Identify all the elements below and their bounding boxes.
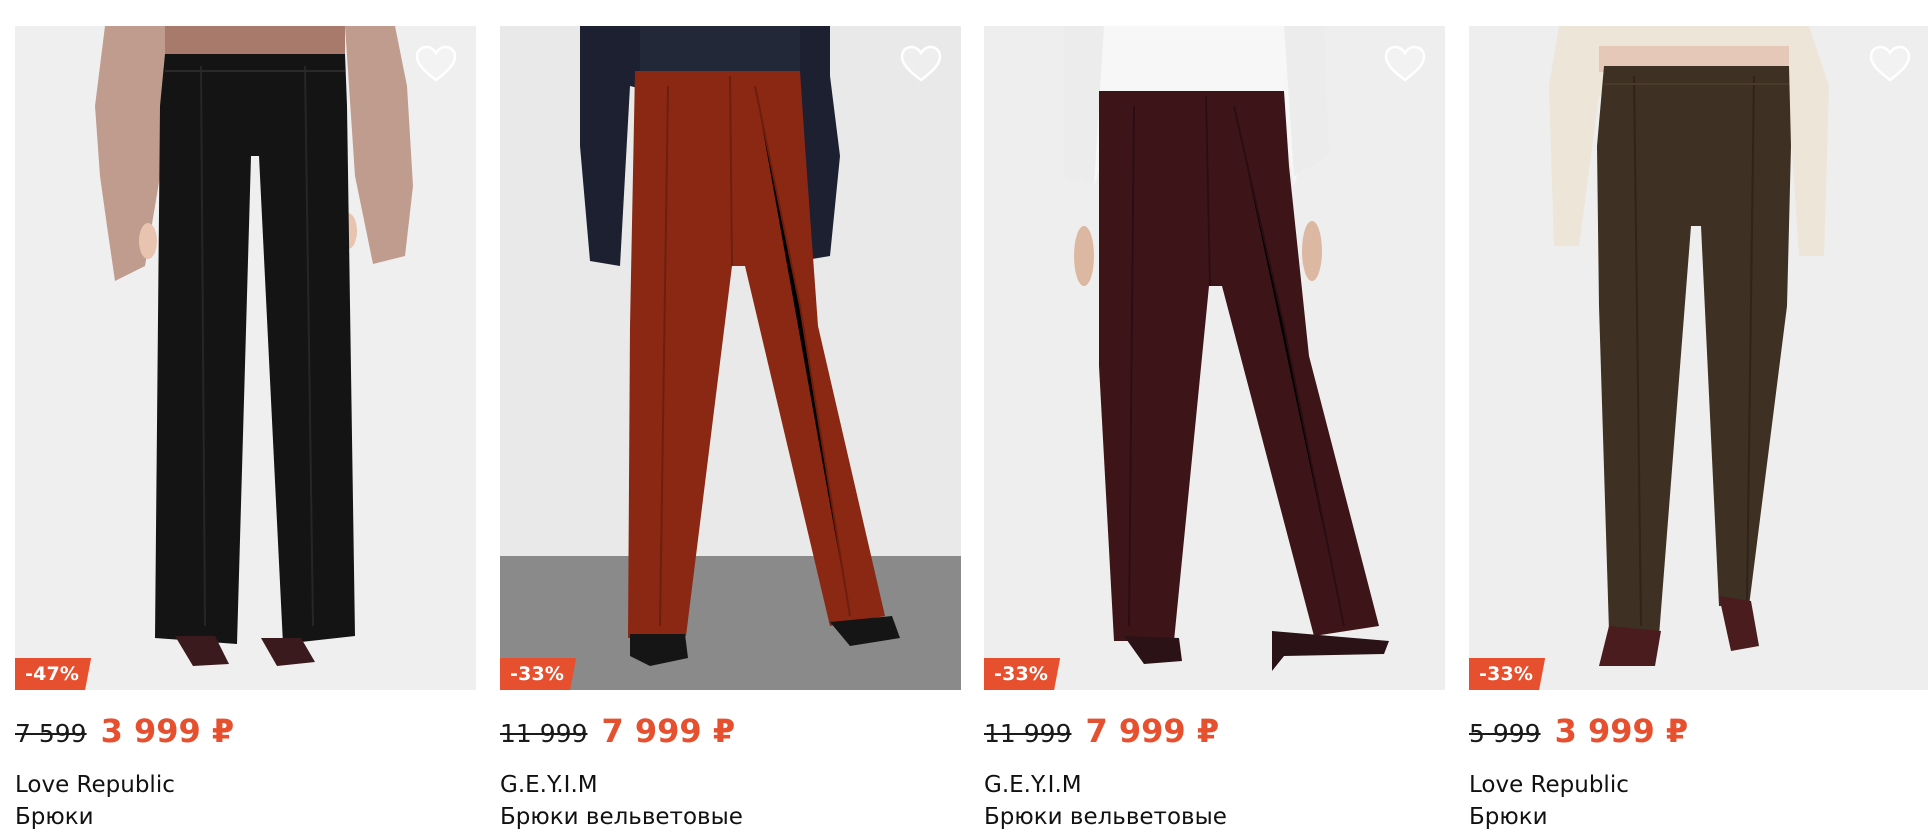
favorite-button[interactable] xyxy=(899,44,943,84)
sale-price: 7 999 ₽ xyxy=(1085,712,1220,750)
price-row: 11 999 7 999 ₽ xyxy=(984,712,1219,752)
product-image xyxy=(984,26,1445,690)
product-name[interactable]: Брюки вельветовые xyxy=(984,804,1227,830)
heart-outline-icon xyxy=(1869,45,1911,82)
product-card[interactable]: -33% 11 999 7 999 ₽ G.E.Y.I.M Брюки вель… xyxy=(500,26,961,838)
product-image xyxy=(1469,26,1928,690)
product-brand[interactable]: Love Republic xyxy=(1469,772,1629,798)
product-photo[interactable]: -33% xyxy=(500,26,961,690)
heart-outline-icon xyxy=(415,45,457,82)
old-price: 11 999 xyxy=(984,719,1072,748)
sale-price: 3 999 ₽ xyxy=(1554,712,1689,750)
old-price: 7 599 xyxy=(15,719,87,748)
discount-badge: -33% xyxy=(1469,658,1546,690)
product-photo[interactable]: -47% xyxy=(15,26,476,690)
favorite-button[interactable] xyxy=(414,44,458,84)
price-row: 11 999 7 999 ₽ xyxy=(500,712,735,752)
product-image xyxy=(500,26,961,690)
old-price: 11 999 xyxy=(500,719,588,748)
favorite-button[interactable] xyxy=(1868,44,1912,84)
sale-price: 3 999 ₽ xyxy=(100,712,235,750)
product-name[interactable]: Брюки xyxy=(1469,804,1548,830)
discount-badge: -33% xyxy=(984,658,1061,690)
product-card[interactable]: -33% 5 999 3 999 ₽ Love Republic Брюки xyxy=(1469,26,1928,838)
product-name[interactable]: Брюки xyxy=(15,804,94,830)
product-brand[interactable]: G.E.Y.I.M xyxy=(984,772,1082,798)
favorite-button[interactable] xyxy=(1383,44,1427,84)
price-row: 5 999 3 999 ₽ xyxy=(1469,712,1688,752)
product-photo[interactable]: -33% xyxy=(984,26,1445,690)
product-card[interactable]: -47% 7 599 3 999 ₽ Love Republic Брюки xyxy=(15,26,476,838)
product-name[interactable]: Брюки вельветовые xyxy=(500,804,743,830)
sale-price: 7 999 ₽ xyxy=(601,712,736,750)
product-photo[interactable]: -33% xyxy=(1469,26,1928,690)
old-price: 5 999 xyxy=(1469,719,1541,748)
product-brand[interactable]: Love Republic xyxy=(15,772,175,798)
heart-outline-icon xyxy=(900,45,942,82)
product-grid: -47% 7 599 3 999 ₽ Love Republic Брюки -… xyxy=(0,0,1928,838)
product-card[interactable]: -33% 11 999 7 999 ₽ G.E.Y.I.M Брюки вель… xyxy=(984,26,1445,838)
product-image xyxy=(15,26,476,690)
product-brand[interactable]: G.E.Y.I.M xyxy=(500,772,598,798)
price-row: 7 599 3 999 ₽ xyxy=(15,712,234,752)
discount-badge: -33% xyxy=(500,658,577,690)
heart-outline-icon xyxy=(1384,45,1426,82)
discount-badge: -47% xyxy=(15,658,92,690)
